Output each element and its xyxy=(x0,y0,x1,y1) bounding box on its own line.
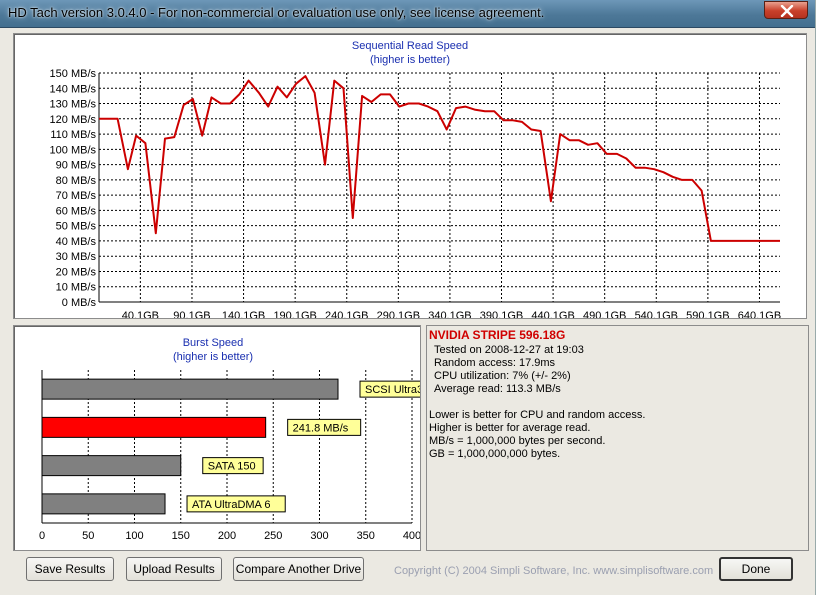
burst-bar xyxy=(41,455,182,477)
tested-on: Tested on 2008-12-27 at 19:03 xyxy=(434,344,584,356)
y-tick-label: 10 MB/s xyxy=(56,282,97,294)
compare-drive-label: Compare Another Drive xyxy=(235,562,362,576)
y-tick-label: 130 MB/s xyxy=(50,99,97,111)
note-cpu: Lower is better for CPU and random acces… xyxy=(429,409,646,421)
title-bar[interactable]: HD Tach version 3.0.4.0 - For non-commer… xyxy=(0,0,815,28)
x-tick-label: 440.1GB xyxy=(531,310,574,318)
client-area: Sequential Read Speed (higher is better)… xyxy=(8,28,809,587)
sequential-read-chart: 0 MB/s 10 MB/s 20 MB/s 30 MB/s 40 MB/s 50 MB/… xyxy=(50,68,782,318)
cpu-utilization: CPU utilization: 7% (+/- 2%) xyxy=(434,370,571,382)
y-tick-label: 140 MB/s xyxy=(50,83,97,95)
x-tick-label: 640.1GB xyxy=(738,310,781,318)
drive-name: NVIDIA STRIPE 596.18G xyxy=(429,328,566,342)
upload-results-button[interactable]: Upload Results xyxy=(126,557,222,581)
y-tick-label: 80 MB/s xyxy=(56,175,97,187)
x-tick-label: 540.1GB xyxy=(635,310,678,318)
save-results-button[interactable]: Save Results xyxy=(26,557,114,581)
burst-bar xyxy=(41,378,339,400)
x-tick-label: 190.1GB xyxy=(273,310,316,318)
note-mbs: MB/s = 1,000,000 bytes per second. xyxy=(429,435,606,447)
app-window: HD Tach version 3.0.4.0 - For non-commer… xyxy=(0,0,816,595)
done-label: Done xyxy=(741,562,771,576)
burst-bar-label: 241.8 MB/s xyxy=(293,422,349,434)
y-tick-label: 60 MB/s xyxy=(56,205,97,217)
x-tick-label: 290.1GB xyxy=(377,310,420,318)
y-tick-label: 70 MB/s xyxy=(56,190,97,202)
burst-bar xyxy=(41,493,166,515)
close-button[interactable] xyxy=(764,1,808,19)
burst-bar-label: ATA UltraDMA 6 xyxy=(192,499,270,511)
burst-speed-panel: Burst Speed (higher is better) 0 50 100 150… xyxy=(13,325,421,551)
x-tick-label: 140.1GB xyxy=(222,310,265,318)
y-tick-label: 40 MB/s xyxy=(56,236,97,248)
x-tick-label: 90.1GB xyxy=(173,310,210,318)
burst-tick-label: 200 xyxy=(218,530,236,542)
burst-tick-label: 400 xyxy=(403,530,420,542)
burst-bar-label: SCSI Ultra320 xyxy=(365,384,420,396)
y-tick-label: 100 MB/s xyxy=(50,144,97,156)
results-info-panel: NVIDIA STRIPE 596.18G Tested on 2008-12-… xyxy=(426,325,809,551)
y-tick-label: 30 MB/s xyxy=(56,251,97,263)
burst-tick-label: 50 xyxy=(82,530,94,542)
y-tick-label: 110 MB/s xyxy=(50,129,96,141)
sequential-read-panel: Sequential Read Speed (higher is better)… xyxy=(13,33,807,319)
compare-drive-button[interactable]: Compare Another Drive xyxy=(233,557,364,581)
note-gb: GB = 1,000,000,000 bytes. xyxy=(429,448,561,460)
x-tick-label: 590.1GB xyxy=(686,310,729,318)
upload-results-label: Upload Results xyxy=(133,562,215,576)
burst-tick-label: 350 xyxy=(357,530,375,542)
burst-tick-label: 100 xyxy=(125,530,143,542)
save-results-label: Save Results xyxy=(34,562,106,576)
burst-bar-label: SATA 150 xyxy=(208,461,256,473)
done-button[interactable]: Done xyxy=(719,557,793,581)
x-tick-label: 390.1GB xyxy=(480,310,523,318)
burst-bar xyxy=(41,416,267,438)
burst-tick-label: 300 xyxy=(310,530,328,542)
note-avg: Higher is better for average read. xyxy=(429,422,591,434)
x-tick-label: 40.1GB xyxy=(122,310,159,318)
read-speed-line xyxy=(99,75,780,242)
y-tick-label: 90 MB/s xyxy=(56,160,97,172)
average-read: Average read: 113.3 MB/s xyxy=(434,383,561,395)
y-tick-label: 150 MB/s xyxy=(50,68,97,80)
window-title: HD Tach version 3.0.4.0 - For non-commer… xyxy=(8,5,545,20)
y-tick-label: 0 MB/s xyxy=(62,297,97,309)
y-tick-label: 120 MB/s xyxy=(50,114,97,126)
burst-speed-chart: 0 50 100 150 200 250 300 350 400 SCSI Ultra320 241… xyxy=(39,370,420,542)
x-tick-label: 490.1GB xyxy=(583,310,626,318)
close-icon xyxy=(780,5,794,17)
x-tick-label: 340.1GB xyxy=(428,310,471,318)
copyright-text: Copyright (C) 2004 Simpli Software, Inc.… xyxy=(394,565,714,577)
y-tick-label: 50 MB/s xyxy=(56,221,97,233)
x-tick-label: 240.1GB xyxy=(325,310,368,318)
burst-tick-label: 150 xyxy=(172,530,190,542)
burst-tick-label: 250 xyxy=(264,530,282,542)
y-tick-label: 20 MB/s xyxy=(56,266,97,278)
burst-tick-label: 0 xyxy=(39,530,45,542)
random-access: Random access: 17.9ms xyxy=(434,357,556,369)
